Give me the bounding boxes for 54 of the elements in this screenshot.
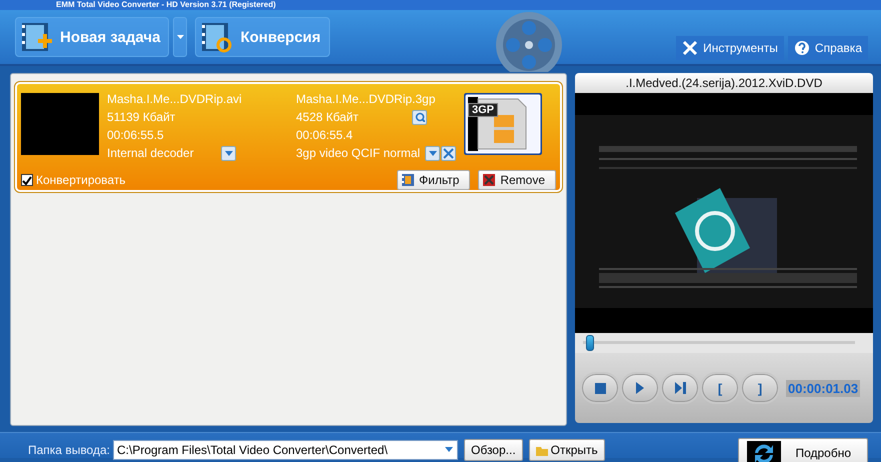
time-display: 00:00:01.03 (786, 380, 860, 396)
dropdown-button[interactable] (221, 146, 236, 160)
open-button[interactable]: Открыть (528, 438, 605, 460)
checkbox[interactable] (21, 174, 33, 186)
decoder-label: Internal decoder (107, 145, 195, 162)
browse-button[interactable]: Обзор... (464, 438, 523, 460)
file-name: Masha.I.Me...DVDRip.3gp (296, 91, 436, 108)
duration: 00:06:55.4 (296, 127, 354, 144)
tools-icon (443, 148, 454, 158)
caret-icon (176, 35, 184, 39)
settings-button[interactable] (441, 146, 456, 160)
checkbox-label: Конвертировать (36, 173, 126, 187)
filter-button[interactable]: Фильтр (397, 170, 470, 190)
path-field[interactable]: C:\Program Files\Total Video Converter\Converted\ (113, 440, 458, 460)
remove-button[interactable]: Remove (478, 170, 556, 190)
field-label: Папка вывода: (28, 442, 111, 456)
dropdown-button[interactable] (173, 17, 188, 57)
file-name: Masha.I.Me...DVDRip.avi (107, 91, 243, 108)
cross-icon (483, 174, 496, 186)
film-icon (402, 174, 414, 186)
caret-icon (224, 150, 232, 156)
refresh-icon (747, 440, 782, 462)
profile-label: 3gp video QCIF normal (296, 145, 422, 162)
dropdown-button[interactable] (425, 146, 440, 160)
preview-title: .I.Medved.(24.serija).2012.XviD.DVD (575, 73, 873, 93)
task-card[interactable]: Masha.I.Me...DVDRip.avi 51139 Кбайт 00:06:55.5 Internal decoder Masha.I.Me...DVDRip.3gp 4528 Кбайт 00:06:55.4 3gp video QCIF normal 3GP Конвертировать Фильтр Remove (15, 82, 562, 192)
window-title: EMM Total Video Converter - HD Version 3.71 (Registered) (0, 0, 881, 10)
film-refresh-icon (200, 21, 232, 53)
slider-thumb[interactable] (586, 335, 594, 351)
toolbar-link[interactable]: Справка (788, 36, 868, 60)
tools-icon (682, 40, 698, 56)
details-button[interactable]: Подробно (738, 438, 868, 462)
file-size: 51139 Кбайт (107, 109, 176, 126)
film-plus-icon (20, 21, 52, 53)
step-forward-icon (674, 382, 686, 394)
stop-button[interactable] (580, 372, 620, 404)
play-icon (636, 382, 644, 394)
mark-button[interactable]: [ (700, 372, 740, 404)
caret-icon (445, 447, 453, 452)
search-icon (414, 112, 424, 122)
duration: 00:06:55.5 (107, 127, 165, 144)
next-button[interactable] (660, 372, 700, 404)
help-icon (794, 40, 810, 56)
film-reel-drawing (494, 10, 564, 72)
play-button[interactable] (620, 372, 660, 404)
mark-button[interactable]: ] (740, 372, 780, 404)
file-size: 4528 Кбайт (296, 109, 360, 126)
stop-icon (594, 382, 606, 394)
caret-icon (428, 150, 436, 156)
toolbar-link[interactable]: Инструменты (676, 36, 784, 60)
search-button[interactable] (412, 110, 427, 124)
check-icon (22, 176, 32, 184)
format-badge: 3GP (468, 103, 498, 117)
seek-slider[interactable] (583, 335, 855, 351)
